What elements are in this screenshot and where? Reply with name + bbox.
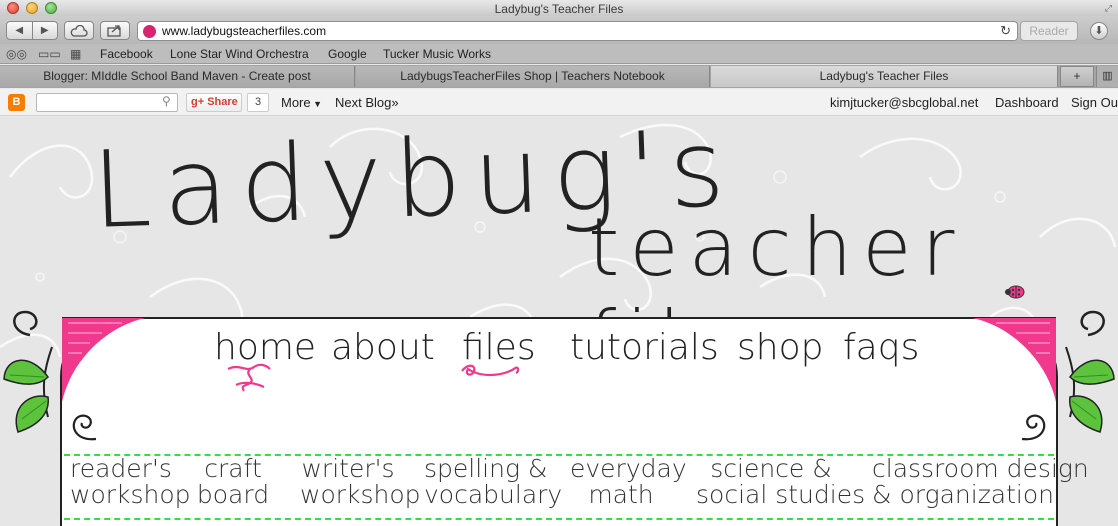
zoom-window-button[interactable] [45, 2, 57, 14]
category-line: everyday [570, 454, 687, 483]
nav-about[interactable]: about [331, 327, 435, 368]
category-line: workshop [300, 480, 421, 509]
forward-button[interactable]: ▶ [33, 22, 58, 39]
window-titlebar: Ladybug's Teacher Files ⤢ [0, 0, 1118, 16]
close-window-button[interactable] [7, 2, 19, 14]
nav-faqs[interactable]: faqs [843, 327, 919, 368]
category-line: reader's [70, 454, 172, 483]
sign-out-link[interactable]: Sign Ou [1071, 95, 1118, 110]
category-line: math [588, 480, 654, 509]
pink-corner-right [966, 317, 1056, 402]
category-classroom-design-organization[interactable]: classroom design & organization [872, 454, 1089, 509]
category-line: & organization [872, 480, 1055, 509]
reading-list-icon[interactable]: ◎◎ [6, 47, 27, 61]
home-flourish-icon [227, 363, 271, 392]
downloads-icon[interactable]: ⬇ [1090, 22, 1108, 40]
more-menu[interactable]: More ▼ [281, 95, 322, 110]
category-line: spelling & [424, 454, 548, 483]
address-bar[interactable]: www.ladybugsteacherfiles.com ↻ [137, 21, 1018, 41]
next-blog-link[interactable]: Next Blog» [335, 95, 399, 110]
pink-corner-left [62, 317, 152, 402]
cloud-icon [70, 24, 88, 37]
files-flourish-icon [461, 364, 520, 377]
nav-shop[interactable]: shop [737, 327, 823, 368]
category-readers-workshop[interactable]: reader's workshop [70, 454, 191, 509]
window-title: Ladybug's Teacher Files [494, 2, 624, 16]
top-sites-grid-icon[interactable]: ▦ [70, 47, 81, 61]
more-label: More [281, 95, 311, 110]
curl-decoration-right [1021, 414, 1046, 441]
blog-search-input[interactable] [36, 93, 178, 112]
share-page-button[interactable] [100, 21, 130, 40]
category-line: social studies [696, 480, 866, 509]
nav-tutorials[interactable]: tutorials [570, 327, 719, 368]
share-count: 3 [247, 93, 269, 112]
category-line: board [196, 480, 270, 509]
bookmarks-bar: ◎◎ ▭▭ ▦ Facebook Lone Star Wind Orchestr… [0, 44, 1118, 64]
blog-page: Ladybug's teacher files [0, 117, 1118, 526]
bookmark-tucker-music-works[interactable]: Tucker Music Works [383, 47, 491, 61]
dashboard-link[interactable]: Dashboard [995, 95, 1059, 110]
address-url[interactable]: www.ladybugsteacherfiles.com [162, 22, 326, 40]
search-icon[interactable]: ⚲ [162, 94, 171, 108]
tab-overview-icon[interactable]: ▥ [1096, 66, 1118, 87]
category-science-social-studies[interactable]: science & social studies [696, 454, 866, 509]
user-email: kimjtucker@sbcglobal.net [830, 95, 979, 110]
back-button[interactable]: ◀ [7, 22, 33, 39]
category-craft-board[interactable]: craft board [194, 456, 272, 508]
category-spelling-vocabulary[interactable]: spelling & vocabulary [424, 454, 563, 509]
share-arrow-icon [107, 25, 121, 37]
category-line: craft [204, 454, 262, 483]
fullscreen-icon[interactable]: ⤢ [1105, 3, 1112, 14]
back-forward-buttons: ◀ ▶ [6, 21, 58, 40]
blogger-navbar: B ⚲ g+ Share 3 More ▼ Next Blog» kimjtuc… [0, 89, 1118, 116]
ladybug-favicon [143, 25, 156, 38]
curl-decoration-left [72, 414, 97, 441]
category-divider-bottom [64, 518, 1054, 520]
tab-teachers-notebook[interactable]: LadybugsTeacherFiles Shop | Teachers Not… [356, 66, 710, 87]
bookmark-lone-star-wind-orchestra[interactable]: Lone Star Wind Orchestra [170, 47, 309, 61]
category-line: classroom design [872, 454, 1089, 483]
tab-bar: Blogger: MIddle School Band Maven - Crea… [0, 65, 1118, 88]
icloud-button[interactable] [64, 21, 94, 40]
browser-toolbar: ◀ ▶ www.ladybugsteacherfiles.com ↻ Reade… [0, 16, 1118, 44]
bookmarks-book-icon[interactable]: ▭▭ [38, 47, 61, 61]
category-navigation: reader's workshop craft board writer's w… [64, 454, 1089, 516]
tab-ladybugs-teacher-files[interactable]: Ladybug's Teacher Files [711, 66, 1058, 87]
leaf-decoration-left [3, 310, 53, 433]
ladybug-icon [1005, 285, 1025, 299]
minimize-window-button[interactable] [26, 2, 38, 14]
blogger-logo-icon[interactable]: B [8, 94, 25, 111]
category-line: science & [710, 454, 832, 483]
nav-files[interactable]: files [462, 327, 536, 368]
chevron-down-icon: ▼ [310, 99, 323, 109]
google-plus-icon: g+ [191, 96, 205, 108]
bookmark-google[interactable]: Google [328, 47, 367, 61]
category-line: writer's [301, 454, 395, 483]
reader-button[interactable]: Reader [1020, 21, 1078, 41]
leaf-decoration-right [1065, 310, 1115, 433]
category-line: workshop [70, 480, 191, 509]
bookmark-facebook[interactable]: Facebook [100, 47, 153, 61]
google-plus-share-button[interactable]: g+ Share [186, 93, 242, 112]
tab-blogger[interactable]: Blogger: MIddle School Band Maven - Crea… [0, 66, 355, 87]
new-tab-button[interactable]: + [1060, 66, 1094, 87]
category-everyday-math[interactable]: everyday math [570, 454, 687, 509]
category-writers-workshop[interactable]: writer's workshop [300, 454, 421, 509]
reload-icon[interactable]: ↻ [1000, 22, 1011, 40]
category-line: vocabulary [424, 480, 563, 509]
share-label: Share [207, 96, 238, 108]
